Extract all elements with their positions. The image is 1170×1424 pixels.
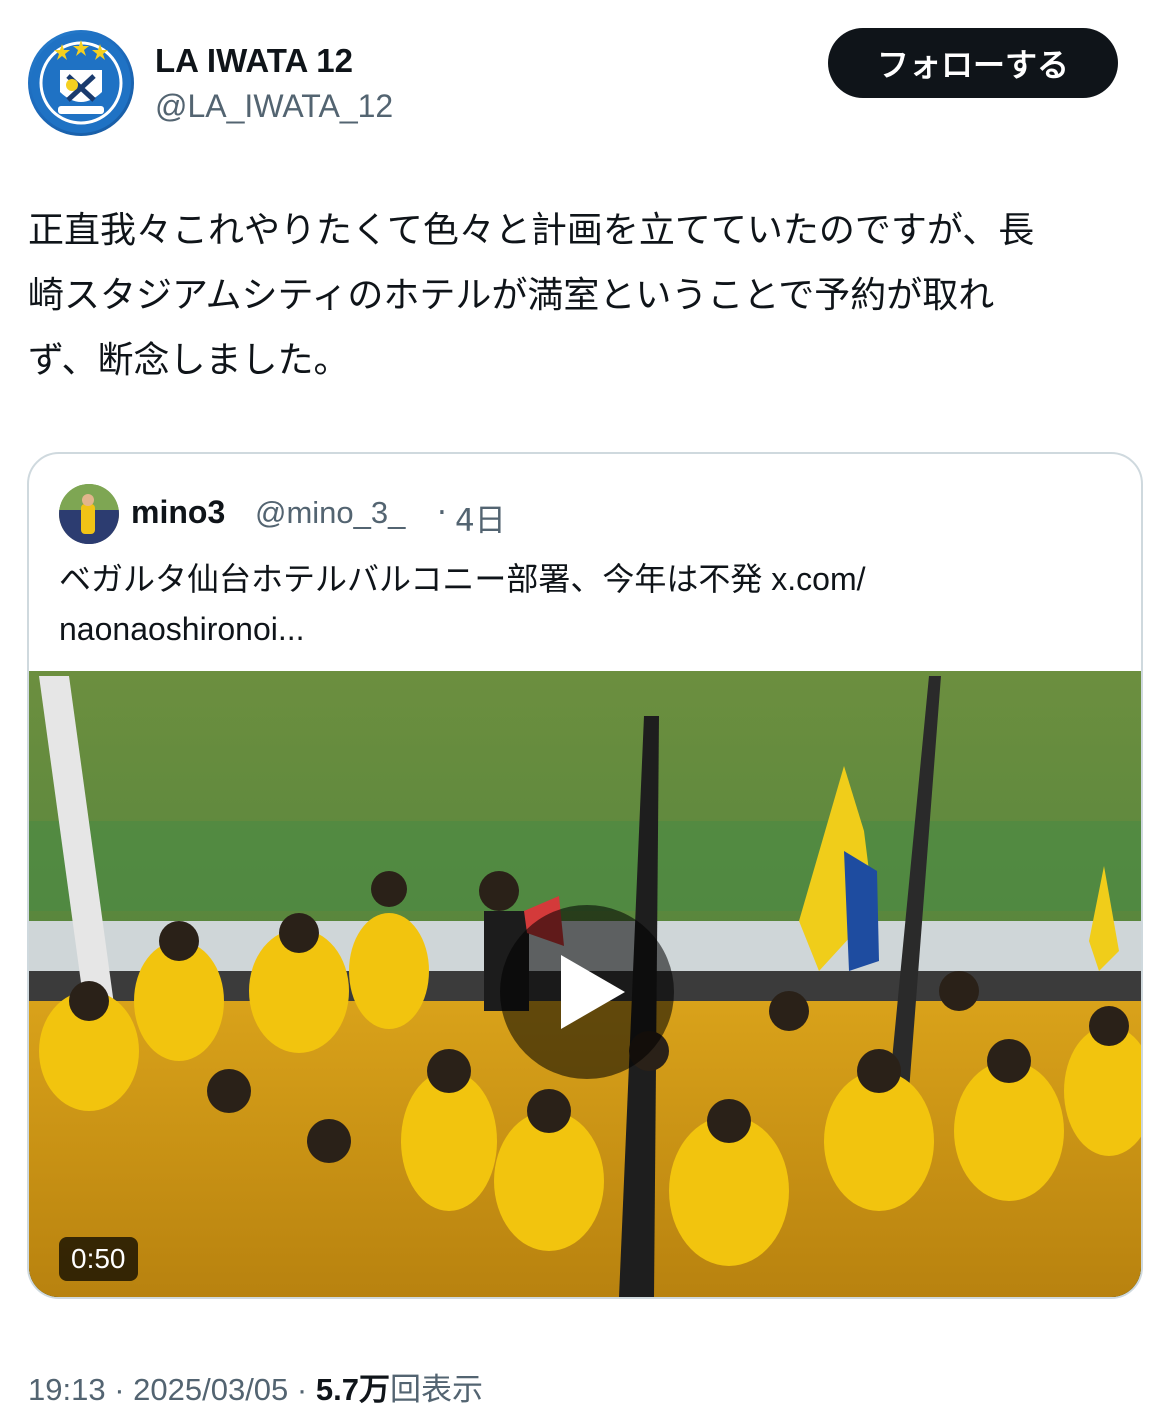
quoted-author-name[interactable]: mino3: [131, 494, 225, 531]
tweet-time[interactable]: 19:13: [28, 1372, 106, 1407]
separator-dot: ·: [437, 495, 447, 531]
quoted-timestamp[interactable]: 4日: [455, 495, 506, 540]
author-name[interactable]: LA IWATA 12: [155, 42, 353, 80]
play-button[interactable]: [500, 905, 674, 1079]
separator-dot: ·: [288, 1372, 316, 1407]
quoted-author-handle[interactable]: @mino_3_: [255, 495, 405, 531]
view-count: 5.7万: [315, 1372, 390, 1407]
tweet-meta: 19:13 · 2025/03/05 · 5.7万回表示: [28, 1364, 483, 1409]
jubilo-iwata-crest-icon: [31, 33, 131, 133]
quoted-avatar-image: [59, 484, 119, 544]
quoted-tweet[interactable]: mino3 @mino_3_ · 4日 ベガルタ仙台ホテルバルコニー部署、今年は…: [27, 452, 1143, 1299]
tweet-date[interactable]: 2025/03/05: [133, 1372, 288, 1407]
play-icon: [561, 955, 625, 1029]
tweet-text: 正直我々これやりたくて色々と計画を立てていたのですが、長 崎スタジアムシティのホ…: [28, 210, 1035, 381]
view-label: 回表示: [389, 1372, 483, 1407]
follow-button[interactable]: フォローする: [828, 28, 1118, 98]
quoted-author-avatar[interactable]: [59, 484, 119, 544]
quoted-text: ベガルタ仙台ホテルバルコニー部署、今年は不発 x.com/ naonaoshir…: [59, 554, 1119, 654]
author-avatar[interactable]: [28, 30, 134, 136]
video-duration: 0:50: [59, 1237, 138, 1281]
tweet-header: LA IWATA 12 @LA_IWATA_12 フォローする: [28, 28, 1142, 138]
quoted-text-line: naonaoshironoi...: [59, 611, 305, 647]
video-player[interactable]: 0:50: [29, 671, 1141, 1297]
quoted-text-line: ベガルタ仙台ホテルバルコニー部署、今年は不発 x.com/: [59, 561, 866, 597]
author-handle[interactable]: @LA_IWATA_12: [155, 88, 393, 125]
separator-dot: ·: [105, 1372, 134, 1407]
